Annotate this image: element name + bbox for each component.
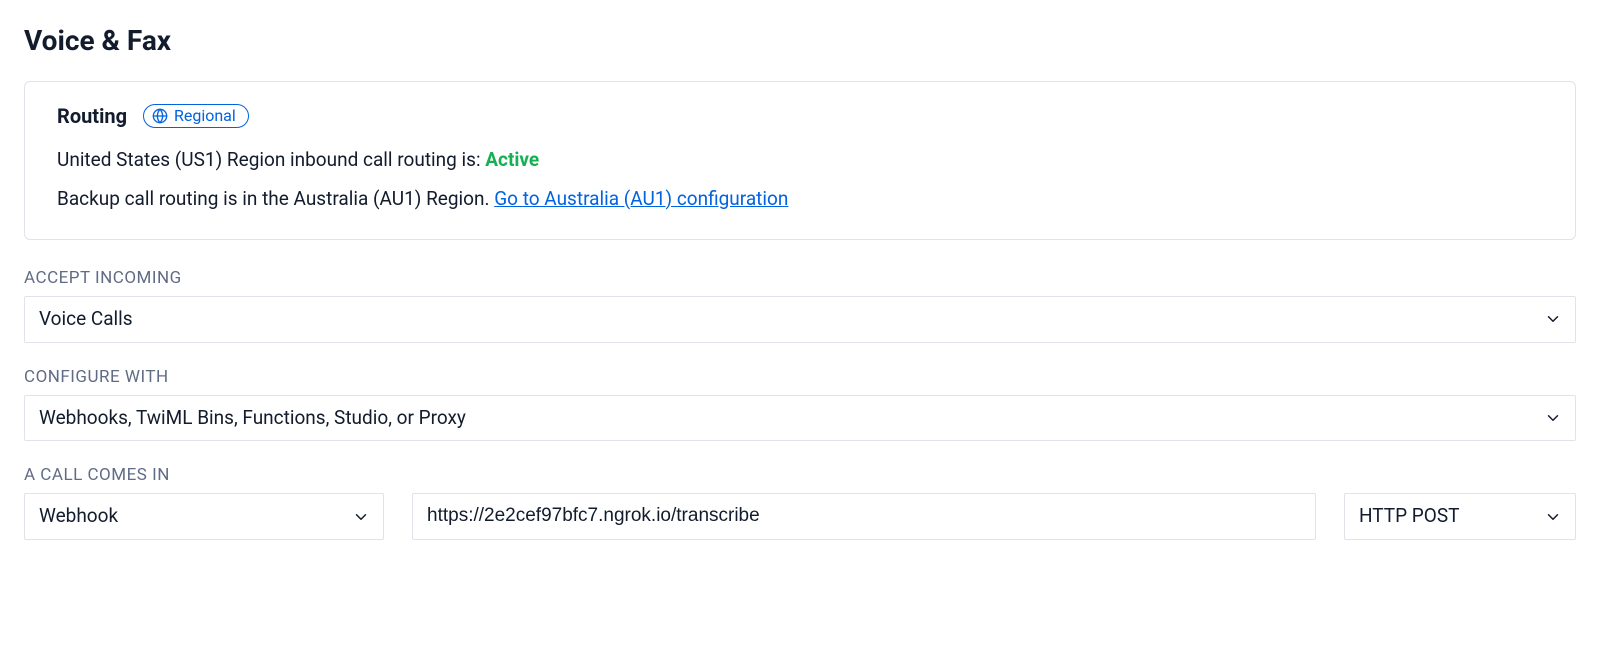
call-comes-in-label: A CALL COMES IN <box>24 465 1576 485</box>
call-url-input[interactable] <box>412 493 1316 540</box>
routing-status-prefix: United States (US1) Region inbound call … <box>57 148 485 171</box>
accept-incoming-label: ACCEPT INCOMING <box>24 268 1576 288</box>
call-method-select[interactable]: HTTP POST <box>1344 493 1576 540</box>
routing-header: Routing Regional <box>57 104 1543 128</box>
regional-badge[interactable]: Regional <box>143 104 249 128</box>
routing-card: Routing Regional United States (US1) Reg… <box>24 81 1576 240</box>
call-method-select-wrap: HTTP POST <box>1344 493 1576 540</box>
routing-status-line: United States (US1) Region inbound call … <box>57 146 1543 175</box>
configure-with-select[interactable]: Webhooks, TwiML Bins, Functions, Studio,… <box>24 395 1576 442</box>
regional-badge-label: Regional <box>174 108 236 124</box>
call-handler-select[interactable]: Webhook <box>24 493 384 540</box>
accept-incoming-section: ACCEPT INCOMING Voice Calls <box>24 268 1576 343</box>
call-comes-in-row: Webhook HTTP POST <box>24 493 1576 540</box>
accept-incoming-select[interactable]: Voice Calls <box>24 296 1576 343</box>
configure-with-label: CONFIGURE WITH <box>24 367 1576 387</box>
configure-with-section: CONFIGURE WITH Webhooks, TwiML Bins, Fun… <box>24 367 1576 442</box>
call-handler-col: Webhook <box>24 493 384 540</box>
routing-backup-link[interactable]: Go to Australia (AU1) configuration <box>494 187 788 210</box>
call-handler-select-wrap: Webhook <box>24 493 384 540</box>
routing-title: Routing <box>57 104 127 128</box>
globe-icon <box>152 108 168 124</box>
routing-backup-text: Backup call routing is in the Australia … <box>57 187 494 210</box>
routing-status-value: Active <box>485 148 539 171</box>
routing-backup-line: Backup call routing is in the Australia … <box>57 185 1543 214</box>
call-url-col <box>412 493 1316 540</box>
configure-with-select-wrap: Webhooks, TwiML Bins, Functions, Studio,… <box>24 395 1576 442</box>
call-comes-in-section: A CALL COMES IN Webhook HTTP POST <box>24 465 1576 540</box>
call-method-col: HTTP POST <box>1344 493 1576 540</box>
accept-incoming-select-wrap: Voice Calls <box>24 296 1576 343</box>
page-title: Voice & Fax <box>24 24 1576 57</box>
